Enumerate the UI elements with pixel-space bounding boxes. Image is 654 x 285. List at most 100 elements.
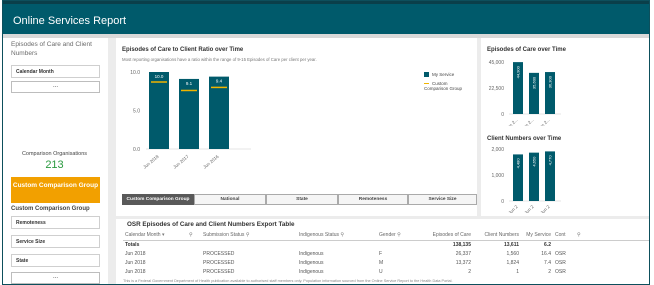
y-tick-label: 0.0 xyxy=(133,147,140,153)
custom-group-title: Custom Comparison Group xyxy=(11,206,90,212)
table-cell: U xyxy=(379,268,383,275)
col-cont[interactable]: Cont xyxy=(553,231,575,241)
col-calendar-month[interactable]: Calendar Month ▾ xyxy=(123,231,187,241)
y-tick-label: 10.0 xyxy=(130,70,140,76)
tab-custom-comparison[interactable]: Custom Comparison Group xyxy=(122,194,194,205)
table-cell: Indigenous xyxy=(299,259,324,266)
ratio-chart: 10.0 5.0 0.0 10.0 Jun 2018 9.1 Jun 2017 9.4 Jun … xyxy=(130,70,251,170)
calendar-more-button[interactable]: ... xyxy=(11,81,100,93)
comparison-count: 213 xyxy=(45,159,64,171)
table-cell xyxy=(297,240,377,249)
episodes-chart: 45,000 22,500 0 44,900 Jun 2... 35,600 Jun 2..… xyxy=(489,60,561,126)
clients-chart-title: Client Numbers over Time xyxy=(487,136,562,142)
table-cell: 1,560 xyxy=(506,250,519,257)
x-tick-label: Jun 2 xyxy=(507,204,519,213)
col-clients[interactable]: Client Numbers xyxy=(473,231,521,241)
table-cell: OSR xyxy=(555,250,566,257)
table-cell: 16.4 xyxy=(541,250,551,257)
tab-remoteness[interactable]: Remoteness xyxy=(338,194,408,205)
tab-service-size[interactable]: Service Size xyxy=(408,194,477,205)
x-tick-label: Jun 2 xyxy=(539,204,551,213)
x-tick-label: Jun 2018 xyxy=(142,154,160,170)
y-tick-label: 45,000 xyxy=(489,60,505,66)
table-cell: PROCESSED xyxy=(203,268,235,275)
legend-my-service: My Service xyxy=(424,72,455,78)
search-icon[interactable]: ⚲ xyxy=(187,231,201,241)
legend-swatch-bar xyxy=(424,72,429,78)
state-filter[interactable]: State xyxy=(11,254,100,267)
tab-state[interactable]: State xyxy=(266,194,338,205)
table-cell: OSR xyxy=(555,259,566,266)
clients-chart: 2,000 1,000 0 4,480 Jun 2 4,650 Jun 2 4,770 Jun … xyxy=(491,147,561,213)
col-gender[interactable]: Gender ⚲ xyxy=(377,231,415,241)
x-tick-label: Jun 2... xyxy=(521,117,535,126)
bar-value-label: 4,770 xyxy=(548,155,553,166)
table-cell: M xyxy=(379,259,384,266)
bar-value-label: 35,600 xyxy=(532,76,537,89)
search-icon[interactable]: ⚲ xyxy=(397,232,401,238)
report-window: Online Services Report Episodes of Care … xyxy=(2,0,650,285)
ratio-chart-title: Episodes of Care to Client Ratio over Ti… xyxy=(122,47,244,53)
table-title: OSR Episodes of Care and Client Numbers … xyxy=(127,221,295,228)
bar-value-label: 36,300 xyxy=(548,75,553,88)
bar-my-service xyxy=(179,78,199,149)
export-table: Calendar Month ▾ ⚲ Submission Status ⚲ I… xyxy=(123,231,649,276)
calendar-month-filter[interactable]: Calendar Month xyxy=(11,65,100,78)
table-total-row: Totals 138,135 13,611 6.2 xyxy=(123,240,649,249)
table-cell xyxy=(201,240,297,249)
panel-divider xyxy=(108,38,116,284)
episodes-title: Episodes of Care and Client Numbers xyxy=(11,41,92,57)
comparison-tabs: Custom Comparison Group National State R… xyxy=(122,194,477,205)
table-row[interactable]: Jun 2018 PROCESSED Indigenous U 2 1 2 OS… xyxy=(123,267,649,276)
table-header-row: Calendar Month ▾ ⚲ Submission Status ⚲ I… xyxy=(123,231,649,241)
search-icon[interactable]: ⚲ xyxy=(340,232,344,238)
table-row[interactable]: Jun 2018 PROCESSED Indigenous F 26,337 1… xyxy=(123,249,649,258)
table-cell: 1,824 xyxy=(506,259,519,266)
table-cell: 7.4 xyxy=(544,259,551,266)
filter-more-button[interactable]: ... xyxy=(11,272,100,284)
y-tick-label: 2,000 xyxy=(491,147,504,153)
comparison-label: Comparison Organisations xyxy=(21,151,88,157)
service-size-filter[interactable]: Service Size xyxy=(11,235,100,248)
col-episodes[interactable]: Episodes of Care xyxy=(415,231,473,241)
table-cell: 1 xyxy=(516,268,519,275)
col-submission-status-label: Submission Status xyxy=(203,232,245,239)
table-cell: Jun 2018 xyxy=(125,259,146,266)
table-cell xyxy=(575,249,649,258)
bar-value-label: 10.0 xyxy=(155,74,164,79)
ratio-chart-subtitle: Most reporting organisations have a rati… xyxy=(122,57,317,62)
table-cell xyxy=(575,258,649,267)
table-cell: PROCESSED xyxy=(203,259,235,266)
col-my-service[interactable]: My Service xyxy=(521,231,553,241)
x-tick-label: Jun 2... xyxy=(537,117,551,126)
bar-value-label: 4,650 xyxy=(532,156,537,167)
tab-national[interactable]: National xyxy=(194,194,266,205)
custom-comparison-button[interactable]: Custom Comparison Group xyxy=(11,177,100,203)
col-indigenous-status[interactable]: Indigenous Status ⚲ xyxy=(297,231,377,241)
y-tick-label: 0 xyxy=(501,112,504,118)
table-cell: Indigenous xyxy=(299,268,324,275)
table-cell: Totals xyxy=(125,241,140,248)
remoteness-filter[interactable]: Remoteness xyxy=(11,216,100,229)
table-cell: 2 xyxy=(468,268,471,275)
search-icon[interactable]: ⚲ xyxy=(246,232,250,238)
col-calendar-month-label: Calendar Month xyxy=(125,232,161,239)
bar-value-label: 9.1 xyxy=(186,81,193,86)
x-tick-label: Jun 2... xyxy=(505,117,519,126)
table-cell: 138,135 xyxy=(452,241,471,248)
table-cell: 26,337 xyxy=(455,250,471,257)
table-cell xyxy=(575,240,649,249)
bar-value-label: 9.4 xyxy=(216,79,223,84)
legend-my-service-label: My Service xyxy=(432,72,455,77)
bar-value-label: 44,900 xyxy=(516,65,521,78)
table-row[interactable]: Jun 2018 PROCESSED Indigenous M 13,372 1… xyxy=(123,258,649,267)
col-submission-status[interactable]: Submission Status ⚲ xyxy=(201,231,297,241)
footnote: This is a Federal Government Department … xyxy=(123,279,453,283)
sort-icon: ▾ xyxy=(161,232,165,239)
table-cell xyxy=(575,267,649,276)
col-indigenous-status-label: Indigenous Status xyxy=(299,232,340,239)
search-icon[interactable]: ⚲ xyxy=(575,231,649,241)
x-tick-label: Jun 2016 xyxy=(202,154,220,170)
table-cell: Jun 2018 xyxy=(125,268,146,275)
x-tick-label: Jun 2 xyxy=(523,204,535,213)
